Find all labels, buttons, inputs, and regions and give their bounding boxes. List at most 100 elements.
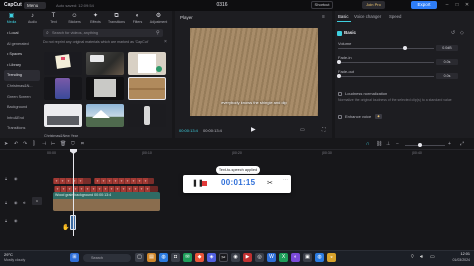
split-icon[interactable]: ⫿ bbox=[33, 141, 35, 147]
text-segment[interactable]: T bbox=[54, 178, 59, 184]
zoom-in-icon[interactable]: + bbox=[448, 141, 451, 147]
media-thumb-bottle[interactable] bbox=[128, 104, 166, 127]
search-input[interactable]: Search for videos, anything bbox=[43, 29, 163, 37]
fadein-value[interactable]: 0.0s bbox=[436, 59, 458, 65]
text-segment[interactable]: T bbox=[95, 178, 100, 184]
media-thumb-phone[interactable] bbox=[44, 77, 82, 100]
lock-icon[interactable]: 🔒︎ bbox=[5, 200, 7, 205]
eye-icon[interactable]: ◉ bbox=[14, 218, 18, 223]
nav-green-screen[interactable]: Green Screen bbox=[4, 92, 40, 103]
media-thumb-stone[interactable] bbox=[86, 52, 124, 75]
stop-record-icon[interactable] bbox=[202, 181, 207, 186]
split-left-icon[interactable]: ⊣ bbox=[42, 141, 46, 147]
text-segment[interactable]: T bbox=[60, 178, 65, 184]
eye-icon[interactable]: ◉ bbox=[14, 200, 18, 205]
tab-adjustment[interactable]: ⚙ Adjustment bbox=[149, 12, 168, 26]
media-thumb-notepad[interactable] bbox=[128, 52, 166, 75]
app-icon[interactable]: ◎ bbox=[255, 253, 264, 262]
zoom-out-icon[interactable]: − bbox=[396, 141, 399, 147]
zoom-slider-knob[interactable] bbox=[418, 143, 422, 147]
text-segment[interactable]: T bbox=[137, 178, 142, 184]
text-segment[interactable]: T bbox=[107, 178, 112, 184]
store-icon[interactable]: ◘ bbox=[171, 253, 180, 262]
capcut-taskbar-icon[interactable]: ✂ bbox=[219, 253, 228, 262]
app-icon[interactable]: ▶ bbox=[243, 253, 252, 262]
app-icon[interactable]: ◆ bbox=[195, 253, 204, 262]
taskbar-search[interactable]: Search bbox=[83, 254, 131, 262]
text-track-clip[interactable]: TTTTT bbox=[53, 178, 91, 184]
tab-effects[interactable]: ✦ Effects bbox=[86, 12, 105, 26]
tab-media[interactable]: ▣ Media bbox=[2, 12, 21, 26]
taskview-icon[interactable]: ▢ bbox=[135, 253, 144, 262]
tab-stickers[interactable]: ☺ Stickers bbox=[65, 12, 84, 26]
app-icon[interactable]: ◒ bbox=[327, 253, 336, 262]
volume-icon[interactable]: 🔊︎ bbox=[420, 254, 423, 260]
reset-icon[interactable]: ↺ bbox=[451, 30, 455, 36]
app-icon[interactable]: ◈ bbox=[207, 253, 216, 262]
fadein-slider-knob[interactable] bbox=[337, 60, 341, 64]
media-thumb-dark-paper[interactable] bbox=[86, 77, 124, 100]
fadeout-slider-knob[interactable] bbox=[337, 74, 341, 78]
nav-trending[interactable]: Trending bbox=[4, 70, 40, 81]
undo-icon[interactable]: ↶ bbox=[14, 141, 18, 147]
media-thumb-sticky-note[interactable] bbox=[44, 52, 82, 75]
text-segment[interactable]: T bbox=[143, 178, 148, 184]
close-icon[interactable]: ✕ bbox=[463, 1, 471, 9]
text-segment[interactable]: T bbox=[131, 178, 136, 184]
basic-toggle[interactable] bbox=[337, 31, 342, 36]
minimize-icon[interactable]: – bbox=[443, 1, 451, 9]
fullscreen-icon[interactable]: ⛶ bbox=[322, 127, 326, 133]
maximize-icon[interactable]: □ bbox=[453, 1, 461, 9]
link-icon[interactable]: ⛓ bbox=[376, 141, 382, 147]
loudness-checkbox[interactable] bbox=[338, 92, 342, 96]
weather-temp[interactable]: 29°C bbox=[4, 252, 13, 257]
tab-filters[interactable]: ◐ Filters bbox=[128, 12, 147, 26]
nav-intro-end[interactable]: Intro&End bbox=[4, 113, 40, 124]
menu-button[interactable]: Menu bbox=[24, 2, 46, 9]
tab-text[interactable]: T Text bbox=[44, 12, 63, 26]
crop-icon[interactable]: ⌗ bbox=[81, 141, 84, 147]
eye-icon[interactable]: ◉ bbox=[14, 176, 18, 181]
volume-slider[interactable] bbox=[338, 48, 434, 49]
play-icon[interactable]: ▶ bbox=[251, 126, 256, 133]
tab-voice-changer[interactable]: Voice changer bbox=[354, 14, 381, 19]
fit-icon[interactable]: ⤢ bbox=[460, 141, 464, 147]
app-icon[interactable]: W bbox=[267, 253, 276, 262]
text-track-clip[interactable]: TTTTTTTTT bbox=[94, 178, 154, 184]
zoom-slider[interactable] bbox=[405, 145, 445, 146]
nav-spaces[interactable]: • Spaces bbox=[4, 49, 40, 60]
tab-speed[interactable]: Speed bbox=[389, 14, 401, 19]
keyframe-icon[interactable]: ◇ bbox=[460, 30, 464, 36]
text-segment[interactable]: T bbox=[119, 178, 124, 184]
app-icon[interactable]: ▣ bbox=[303, 253, 312, 262]
media-thumb-mountains[interactable] bbox=[86, 104, 124, 127]
media-thumb-wood[interactable] bbox=[128, 77, 166, 100]
split-right-icon[interactable]: ⊢ bbox=[51, 141, 55, 147]
preview-axis-icon[interactable]: ⊥ bbox=[386, 141, 390, 147]
video-track-clip[interactable]: Wood grain background 00:00:13:4 bbox=[53, 192, 160, 211]
playhead[interactable] bbox=[73, 150, 74, 236]
nav-local[interactable]: • Local bbox=[4, 28, 40, 39]
nav-library[interactable]: • Library bbox=[4, 60, 40, 71]
enhance-checkbox[interactable] bbox=[338, 115, 342, 119]
nav-transitions[interactable]: Transitions bbox=[4, 123, 40, 134]
more-icon[interactable]: ⋯ bbox=[283, 177, 288, 183]
volume-value[interactable]: 0.0dB bbox=[436, 45, 458, 51]
export-button[interactable]: Export bbox=[411, 1, 437, 9]
wifi-icon[interactable]: ⌔ bbox=[410, 254, 415, 260]
text-segment[interactable]: T bbox=[125, 178, 130, 184]
video-preview[interactable]: everybody knows the shingle and dip bbox=[190, 28, 318, 116]
fadeout-slider[interactable] bbox=[338, 76, 434, 77]
app-icon[interactable]: X bbox=[279, 253, 288, 262]
folder-icon[interactable]: ▤ bbox=[147, 253, 156, 262]
tab-basic[interactable]: Basic bbox=[338, 14, 349, 19]
tab-transitions[interactable]: ⧉ Transitions bbox=[107, 12, 126, 26]
lock-icon[interactable]: 🔒︎ bbox=[5, 218, 7, 223]
text-segment[interactable]: T bbox=[78, 178, 83, 184]
ratio-icon[interactable]: ▭ bbox=[300, 127, 305, 133]
media-thumb-city[interactable] bbox=[44, 104, 82, 127]
redo-icon[interactable]: ↷ bbox=[23, 141, 27, 147]
start-icon[interactable]: ⊞ bbox=[70, 253, 79, 262]
nav-christmas[interactable]: Christmas&N... bbox=[4, 81, 40, 92]
app-icon[interactable]: ◍ bbox=[315, 253, 324, 262]
